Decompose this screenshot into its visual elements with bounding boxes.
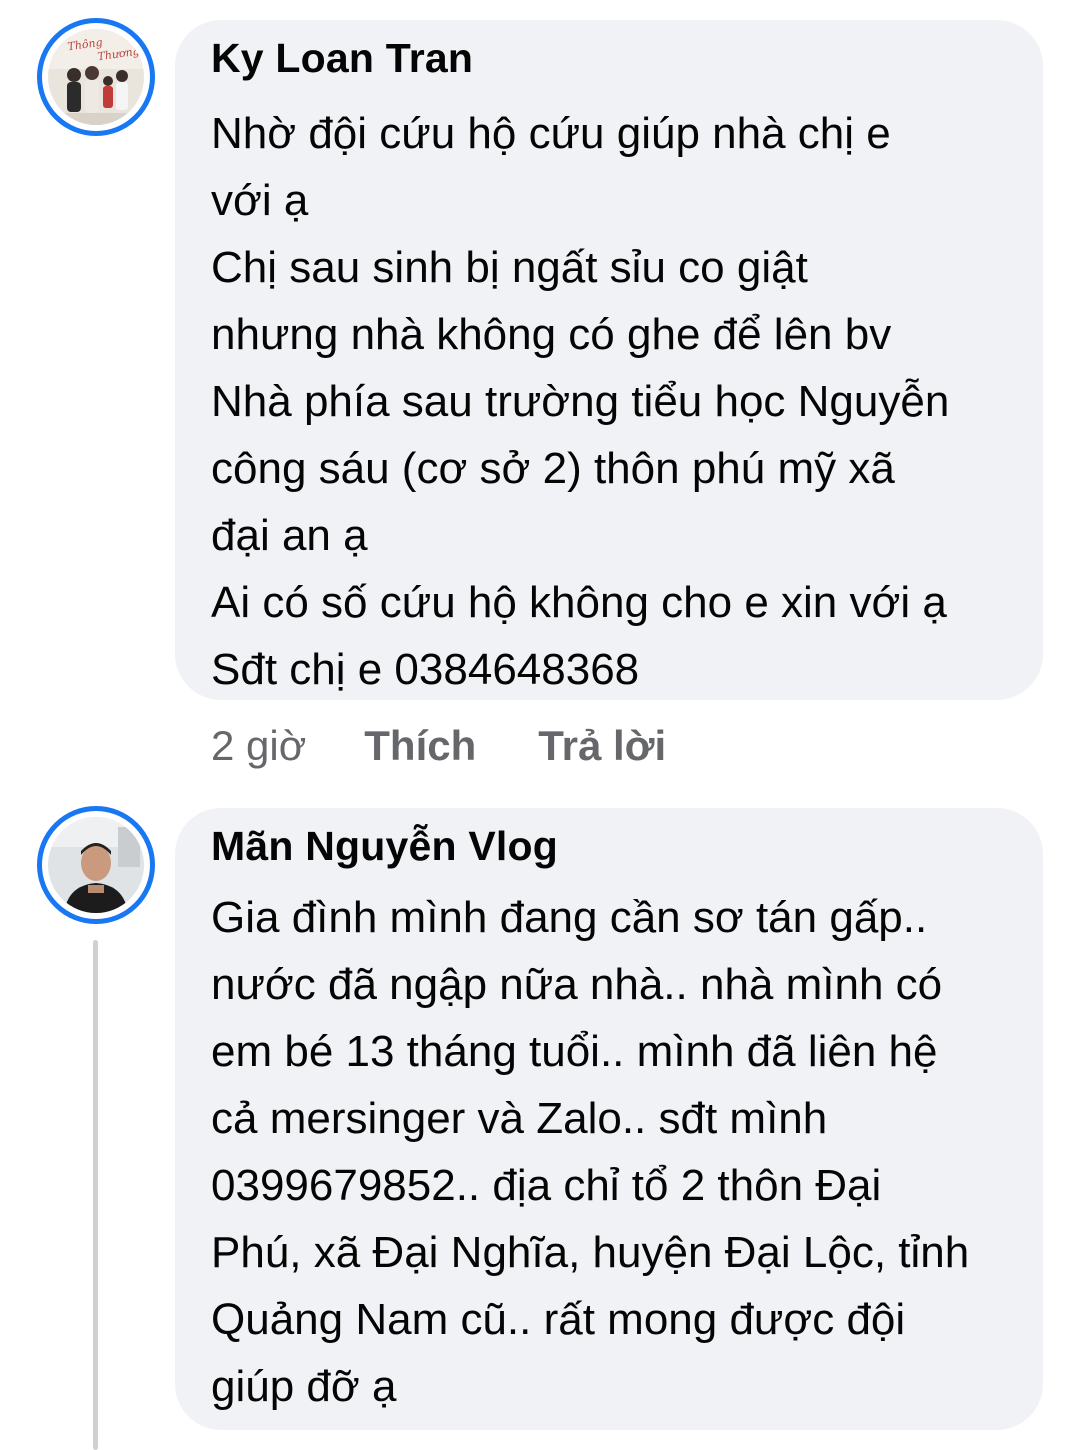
man-photo-icon bbox=[48, 817, 144, 913]
avatar[interactable]: Thông Thương bbox=[37, 18, 155, 136]
comment-timestamp[interactable]: 2 giờ bbox=[211, 722, 306, 770]
comment-actions: 2 giờ Thích Trả lời bbox=[211, 722, 666, 770]
comment-author[interactable]: Mãn Nguyễn Vlog bbox=[211, 822, 1009, 870]
comment-author[interactable]: Ky Loan Tran bbox=[211, 34, 1009, 82]
reply-thread-line bbox=[93, 940, 98, 1450]
avatar-photo-family: Thông Thương bbox=[48, 29, 144, 125]
comment-text: Nhờ đội cứu hộ cứu giúp nhà chị e với ạ … bbox=[211, 109, 950, 694]
comment-bubble: Ky Loan Tran Nhờ đội cứu hộ cứu giúp nhà… bbox=[175, 20, 1043, 700]
like-button[interactable]: Thích bbox=[364, 722, 476, 770]
comment-text: Gia đình mình đang cần sơ tán gấp.. nước… bbox=[211, 893, 970, 1411]
reply-button[interactable]: Trả lời bbox=[538, 722, 666, 770]
avatar-photo-man bbox=[48, 817, 144, 913]
comment-bubble: Mãn Nguyễn Vlog Gia đình mình đang cần s… bbox=[175, 808, 1043, 1430]
family-photo-icon: Thông Thương bbox=[48, 29, 144, 125]
avatar[interactable] bbox=[37, 806, 155, 924]
